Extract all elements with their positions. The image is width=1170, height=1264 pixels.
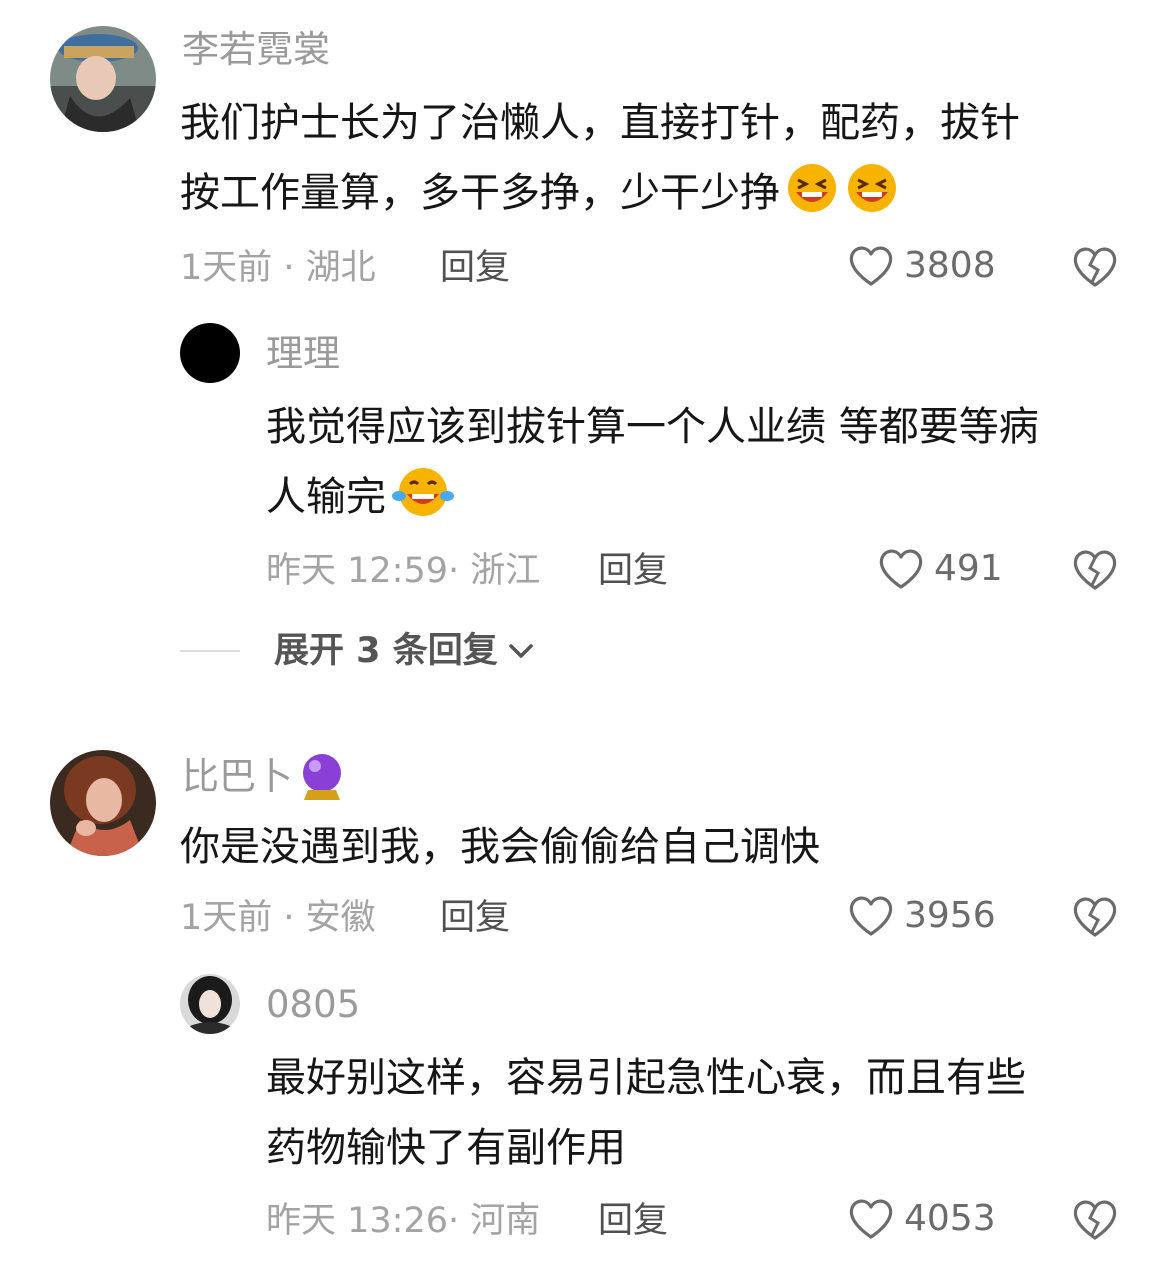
avatar[interactable] <box>50 750 156 856</box>
like-button[interactable]: 3956 <box>848 894 996 938</box>
divider <box>180 650 240 652</box>
like-count: 3808 <box>904 245 996 286</box>
crystal-ball-icon <box>299 752 345 802</box>
comment-text-line: 最好别这样，容易引起急性心衰，而且有些 <box>266 1055 1026 1101</box>
heart-icon <box>878 548 924 590</box>
heart-icon <box>848 1198 894 1240</box>
expand-replies-button[interactable]: 展开 3 条回复 <box>180 629 534 673</box>
like-count: 4053 <box>904 1198 996 1239</box>
broken-heart-icon[interactable] <box>1072 549 1118 591</box>
comment-text: 我觉得应该到拔针算一个人业绩 等都要等病 人输完 <box>266 392 1039 540</box>
avatar[interactable] <box>180 323 240 383</box>
comment-text-line: 我觉得应该到拔针算一个人业绩 等都要等病 <box>266 404 1039 450</box>
like-button[interactable]: 4053 <box>848 1197 996 1241</box>
comment-username[interactable]: 理理 <box>266 332 340 376</box>
comment-meta: 1天前 · 安徽 <box>180 898 376 938</box>
comment-text-line: 药物输快了有副作用 <box>266 1125 626 1171</box>
comment-text: 我们护士长为了治懒人，直接打针，配药，拔针 按工作量算，多干多挣，少干少挣 <box>180 88 1020 236</box>
like-count: 491 <box>934 548 1003 589</box>
comment-username[interactable]: 李若霓裳 <box>182 28 330 72</box>
laughing-face-icon <box>844 162 900 236</box>
comment-text: 最好别这样，容易引起急性心衰，而且有些 药物输快了有副作用 <box>266 1043 1026 1183</box>
broken-heart-icon[interactable] <box>1072 246 1118 288</box>
comment-meta: 1天前 · 湖北 <box>180 248 376 288</box>
expand-replies-label: 展开 3 条回复 <box>274 631 498 671</box>
reply-button[interactable]: 回复 <box>440 896 510 940</box>
avatar[interactable] <box>50 26 156 132</box>
like-button[interactable]: 3808 <box>848 244 996 288</box>
avatar[interactable] <box>180 974 240 1034</box>
comment-text-line: 我们护士长为了治懒人，直接打针，配药，拔针 <box>180 100 1020 146</box>
heart-icon <box>848 245 894 287</box>
comment-text-line-content: 按工作量算，多干多挣，少干少挣 <box>180 170 780 216</box>
comment-username-text: 比巴卜 <box>182 755 293 798</box>
laughing-face-icon <box>784 162 840 236</box>
heart-icon <box>848 895 894 937</box>
broken-heart-icon[interactable] <box>1072 896 1118 938</box>
comment-username[interactable]: 比巴卜 <box>182 752 345 802</box>
like-button[interactable]: 491 <box>878 547 1003 591</box>
broken-heart-icon[interactable] <box>1072 1199 1118 1241</box>
comment-text-line: 按工作量算，多干多挣，少干少挣 <box>180 158 1020 236</box>
comment-text-line: 你是没遇到我，我会偷偷给自己调快 <box>180 824 820 870</box>
comment-meta: 昨天 12:59· 浙江 <box>266 551 541 591</box>
comment-text: 你是没遇到我，我会偷偷给自己调快 <box>180 812 820 882</box>
comment-text-line-content: 人输完 <box>266 474 386 520</box>
comment-username[interactable]: 0805 <box>266 983 360 1027</box>
tears-of-joy-face-icon <box>390 466 456 540</box>
like-count: 3956 <box>904 895 996 936</box>
reply-button[interactable]: 回复 <box>598 1199 668 1243</box>
reply-button[interactable]: 回复 <box>440 246 510 290</box>
chevron-down-icon <box>508 642 534 660</box>
reply-button[interactable]: 回复 <box>598 549 668 593</box>
comment-meta: 昨天 13:26· 河南 <box>266 1201 541 1241</box>
comment-text-line: 人输完 <box>266 462 1039 540</box>
